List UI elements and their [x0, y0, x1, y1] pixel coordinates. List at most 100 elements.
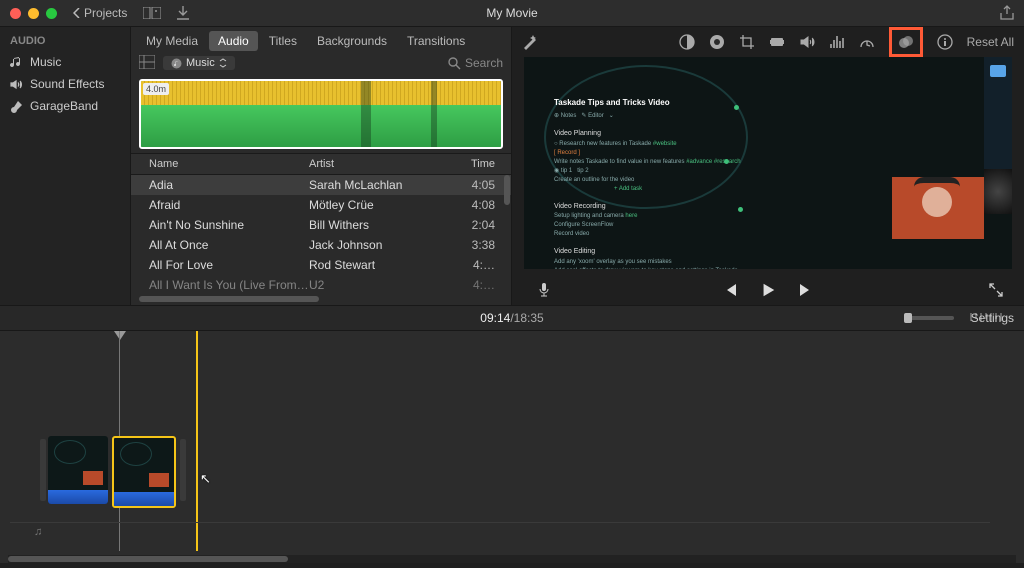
prev-button[interactable]: [722, 282, 738, 298]
track-row[interactable]: Ain't No Sunshine Bill Withers 2:04: [131, 215, 511, 235]
track-list: Adia Sarah McLachlan 4:05 Afraid Mötley …: [131, 175, 511, 295]
source-dropdown[interactable]: Music: [163, 56, 235, 70]
search-placeholder: Search: [465, 56, 503, 70]
import-button[interactable]: [177, 6, 189, 20]
sidebar-item-garageband[interactable]: GarageBand: [0, 95, 130, 117]
volume-icon[interactable]: [799, 34, 815, 50]
crop-icon[interactable]: [739, 34, 755, 50]
track-name: All I Want Is You (Live From…: [149, 278, 309, 292]
track-list-header: Name Artist Time: [131, 153, 511, 175]
music-note-icon: [171, 58, 182, 69]
track-row[interactable]: All For Love Rod Stewart 4:…: [131, 255, 511, 275]
info-icon[interactable]: [937, 34, 953, 50]
track-artist: Bill Withers: [309, 218, 449, 232]
list-view-toggle[interactable]: [139, 55, 155, 71]
minimize-window-button[interactable]: [28, 8, 39, 19]
next-button[interactable]: [798, 282, 814, 298]
voiceover-mic-icon[interactable]: [536, 282, 552, 298]
track-name: Afraid: [149, 198, 309, 212]
fullscreen-icon[interactable]: [988, 282, 1004, 298]
track-name: Adia: [149, 178, 309, 192]
browser-toolbar: Music Search: [131, 51, 511, 75]
speaker-icon: [10, 78, 23, 91]
reset-all-button[interactable]: Reset All: [967, 35, 1014, 49]
track-time: 2:04: [449, 218, 511, 232]
preview-section: Video Planning: [554, 129, 754, 140]
guitar-icon: [10, 100, 23, 113]
waveform-duration-badge: 4.0m: [143, 83, 169, 95]
tab-my-media[interactable]: My Media: [137, 31, 207, 51]
maximize-window-button[interactable]: [46, 8, 57, 19]
sidebar-item-music[interactable]: Music: [0, 51, 130, 73]
window-titlebar: Projects My Movie: [0, 0, 1024, 27]
timeline[interactable]: ↖ ♫: [0, 331, 1024, 563]
col-time[interactable]: Time: [449, 158, 511, 170]
equalizer-icon[interactable]: [829, 34, 845, 50]
color-balance-icon[interactable]: [679, 34, 695, 50]
search-icon: [448, 57, 461, 70]
track-time: 4:05: [449, 178, 511, 192]
close-window-button[interactable]: [10, 8, 21, 19]
track-artist: U2: [309, 278, 449, 292]
video-preview[interactable]: Taskade Tips and Tricks Video ⊕ Notes ✎ …: [524, 57, 1012, 269]
back-projects-button[interactable]: Projects: [73, 6, 127, 20]
back-label: Projects: [84, 6, 127, 20]
window-controls: [10, 8, 57, 19]
filter-button-highlight: [889, 27, 923, 57]
tab-transitions[interactable]: Transitions: [398, 31, 474, 51]
search-input[interactable]: Search: [448, 56, 503, 70]
zoom-slider[interactable]: [904, 316, 954, 320]
clip-edge-handle[interactable]: [40, 439, 46, 501]
preview-section: Video Recording: [554, 202, 754, 213]
stabilize-icon[interactable]: [769, 34, 785, 50]
track-name: All At Once: [149, 238, 309, 252]
project-title: My Movie: [486, 6, 537, 20]
track-time: 4:…: [449, 258, 511, 272]
preview-pane: Reset All Taskade Tips and Tricks Video …: [512, 27, 1024, 305]
preview-content: Taskade Tips and Tricks Video ⊕ Notes ✎ …: [554, 97, 754, 269]
enhance-wand-icon[interactable]: [522, 34, 538, 50]
timeline-hscroll[interactable]: [8, 555, 1016, 563]
track-artist: Jack Johnson: [309, 238, 449, 252]
clip-edge-handle[interactable]: [180, 439, 186, 501]
col-name[interactable]: Name: [149, 158, 309, 170]
track-row[interactable]: All I Want Is You (Live From… U2 4:…: [131, 275, 511, 295]
track-name: All For Love: [149, 258, 309, 272]
timeline-clip[interactable]: [48, 436, 108, 504]
track-row[interactable]: Adia Sarah McLachlan 4:05: [131, 175, 511, 195]
preview-folder-icon: [990, 65, 1006, 77]
skimmer-head[interactable]: [114, 331, 126, 341]
tab-titles[interactable]: Titles: [260, 31, 306, 51]
current-time: 09:14: [480, 311, 510, 325]
track-row[interactable]: Afraid Mötley Crüe 4:08: [131, 195, 511, 215]
timeline-settings-button[interactable]: Settings: [971, 311, 1014, 325]
timecode-bar: 09:14 / 18:35 Settings: [0, 305, 1024, 331]
share-button[interactable]: [1000, 5, 1014, 21]
preview-webcam-pip: [892, 177, 984, 239]
col-artist[interactable]: Artist: [309, 158, 449, 170]
audio-waveform-preview[interactable]: 4.0m: [139, 79, 503, 149]
track-artist: Rod Stewart: [309, 258, 449, 272]
browser-hscroll[interactable]: [139, 295, 503, 303]
chevron-updown-icon: [219, 58, 227, 68]
music-icon: [10, 56, 23, 69]
track-name: Ain't No Sunshine: [149, 218, 309, 232]
sidebar-item-label: Music: [30, 55, 61, 69]
audio-lane[interactable]: ♫: [10, 522, 990, 541]
library-view-button[interactable]: [143, 7, 161, 19]
track-row[interactable]: All At Once Jack Johnson 3:38: [131, 235, 511, 255]
tracklist-scrollbar[interactable]: [504, 175, 510, 205]
timeline-clip-selected[interactable]: [112, 436, 176, 508]
inspector-toolbar: Reset All: [512, 27, 1024, 57]
sidebar-item-sound-effects[interactable]: Sound Effects: [0, 73, 130, 95]
tab-audio[interactable]: Audio: [209, 31, 258, 51]
playhead[interactable]: [196, 331, 198, 551]
play-button[interactable]: [760, 282, 776, 298]
track-time: 4:…: [449, 278, 511, 292]
tab-backgrounds[interactable]: Backgrounds: [308, 31, 396, 51]
clip-filter-icon[interactable]: [898, 34, 914, 50]
color-wheel-icon[interactable]: [709, 34, 725, 50]
speed-icon[interactable]: [859, 34, 875, 50]
total-time: 18:35: [514, 311, 544, 325]
track-time: 4:08: [449, 198, 511, 212]
